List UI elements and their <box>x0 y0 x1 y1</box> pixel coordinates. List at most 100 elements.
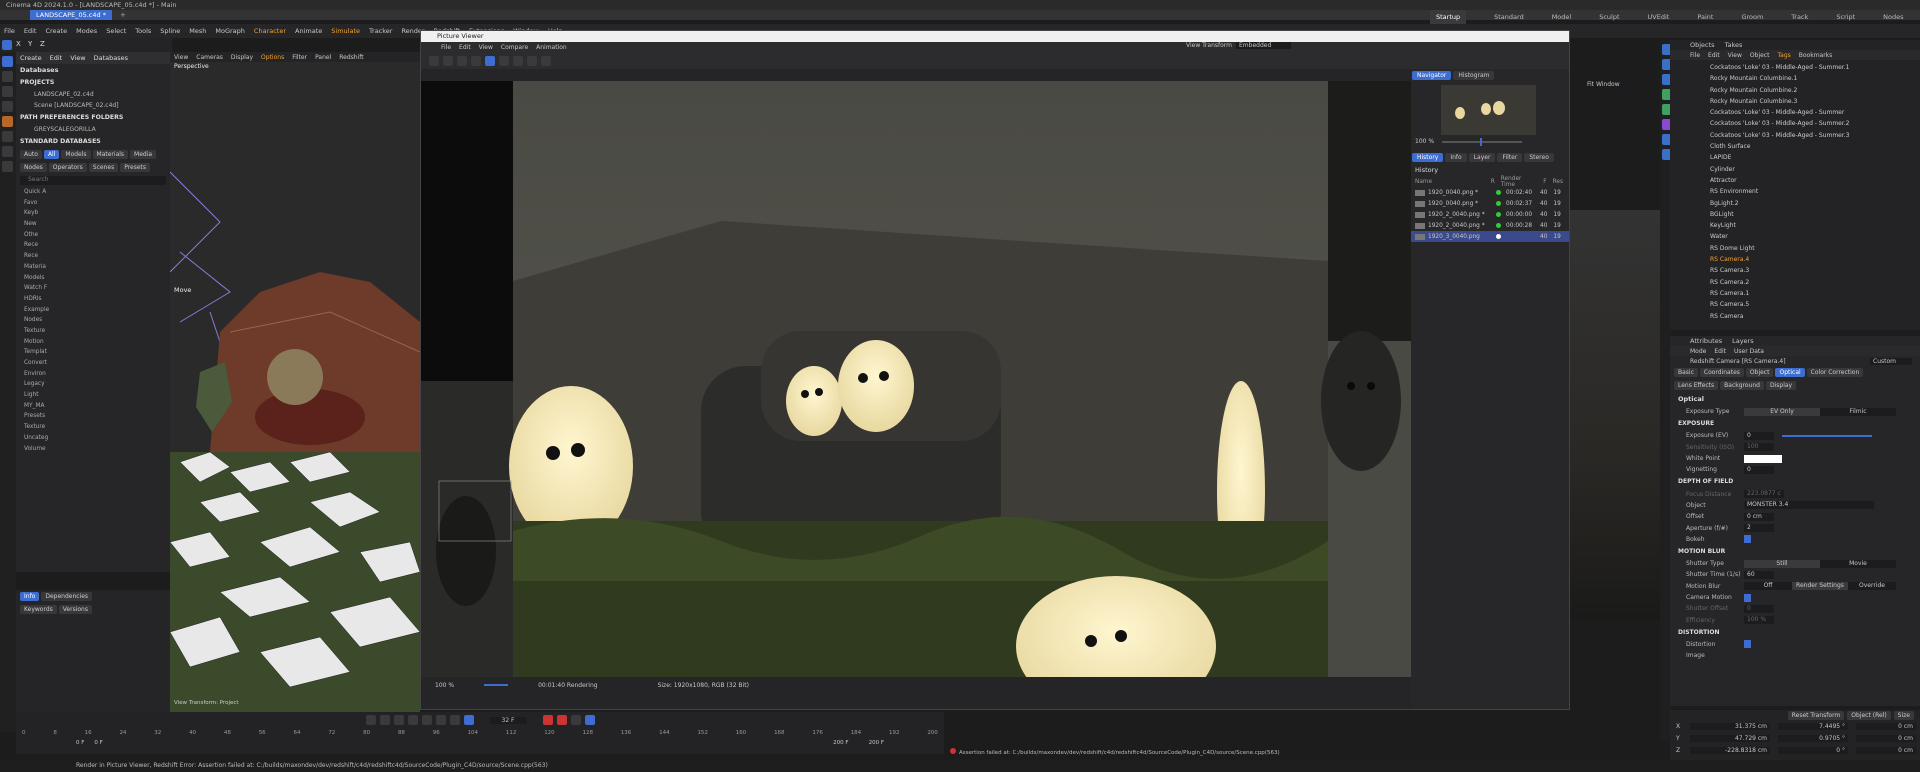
object-row[interactable]: Cockatoos 'Loke' 03 - Middle-Aged - Summ… <box>1670 118 1920 129</box>
chip-auto[interactable]: Auto <box>20 150 42 159</box>
visibility-icon[interactable] <box>1846 132 1876 139</box>
attr-tab-attributes[interactable]: Attributes <box>1690 337 1722 345</box>
nav-zoom-slider[interactable] <box>1442 137 1523 146</box>
object-row[interactable]: RS Camera.4 <box>1670 254 1920 265</box>
nav-tab-navigator[interactable]: Navigator <box>1412 71 1452 80</box>
still-option[interactable]: Still <box>1744 559 1820 568</box>
save-icon[interactable] <box>443 56 453 66</box>
objects-menu-file[interactable]: File <box>1690 52 1700 59</box>
object-row[interactable]: Water <box>1670 231 1920 242</box>
visibility-icon[interactable] <box>1846 143 1876 150</box>
pv-menu-view[interactable]: View <box>479 42 493 53</box>
menu-item-tools[interactable]: Tools <box>135 24 151 38</box>
layout-tab-nodes[interactable]: Nodes <box>1883 10 1903 24</box>
info-tab-dependencies[interactable]: Dependencies <box>41 592 93 601</box>
history-row[interactable]: 1920_0040.png * 00:02:37 40 19 <box>1411 198 1569 209</box>
bw-icon[interactable] <box>541 56 551 66</box>
visibility-icon[interactable] <box>1846 211 1876 218</box>
region-icon[interactable] <box>471 56 481 66</box>
layout-tab-uvedit[interactable]: UVEdit <box>1648 10 1670 24</box>
3d-viewport[interactable]: View Cameras Display Options Filter Panel Reds… <box>170 52 420 712</box>
tree-item[interactable]: Motion <box>24 337 170 348</box>
history-row[interactable]: 1920_2_0040.png * 00:00:00 40 19 <box>1411 209 1569 220</box>
tree-item[interactable]: Keyb <box>24 208 170 219</box>
menu-item-file[interactable]: File <box>4 24 15 38</box>
stop-render-icon[interactable] <box>457 56 467 66</box>
knife-tool-icon[interactable] <box>2 131 13 142</box>
coord-pos[interactable]: -228.8318 cm <box>1690 746 1770 754</box>
object-row[interactable]: RS Camera.2 <box>1670 277 1920 288</box>
contrast-icon[interactable] <box>499 56 509 66</box>
layout-tab-groom[interactable]: Groom <box>1741 10 1763 24</box>
interactive-region-icon[interactable] <box>485 56 495 66</box>
hist-tab-history[interactable]: History <box>1412 153 1444 162</box>
tree-item[interactable]: Volume <box>24 444 170 455</box>
tree-item[interactable]: Watch F <box>24 283 170 294</box>
hist-tab-info[interactable]: Info <box>1445 153 1467 162</box>
start-frame[interactable]: 0 F <box>76 740 84 746</box>
object-row[interactable]: RS Camera <box>1670 311 1920 322</box>
object-row[interactable]: RS Environment <box>1670 186 1920 197</box>
info-subtab-keywords[interactable]: Keywords <box>20 605 57 614</box>
visibility-icon[interactable] <box>1846 177 1876 184</box>
db-search-input[interactable]: Search <box>20 176 166 185</box>
chip-materials[interactable]: Materials <box>92 150 129 159</box>
menu-item-modes[interactable]: Modes <box>76 24 97 38</box>
chip-presets[interactable]: Presets <box>120 163 151 172</box>
magnet-tool-icon[interactable] <box>2 161 13 172</box>
attr-page-optical[interactable]: Optical <box>1775 368 1805 377</box>
tree-item[interactable]: Rece <box>24 251 170 262</box>
attr-menu-mode[interactable]: Mode <box>1690 348 1706 355</box>
visibility-icon[interactable] <box>1846 109 1876 116</box>
offset-field[interactable]: 0 cm <box>1744 512 1774 521</box>
attr-tab-layers[interactable]: Layers <box>1732 337 1754 345</box>
next-frame-icon[interactable] <box>421 715 432 725</box>
layout-tab-sculpt[interactable]: Sculpt <box>1599 10 1619 24</box>
viewport-menu-filter[interactable]: Filter <box>292 54 307 61</box>
std-db-section[interactable]: STANDARD DATABASES <box>16 135 170 148</box>
object-row[interactable]: Cockatoos 'Loke' 03 - Middle-Aged - Summ… <box>1670 130 1920 141</box>
autokey-icon[interactable] <box>556 715 567 725</box>
dof-object-link[interactable]: MONSTER 3.4 <box>1744 501 1874 510</box>
visibility-icon[interactable] <box>1846 233 1876 240</box>
tree-item[interactable]: Presets <box>24 411 170 422</box>
history-row[interactable]: 1920_0040.png * 00:02:40 40 19 <box>1411 187 1569 198</box>
y-axis-icon[interactable]: Y <box>28 40 36 50</box>
tree-item[interactable]: Nodes <box>24 315 170 326</box>
objects-menu-bookmarks[interactable]: Bookmarks <box>1799 52 1833 59</box>
mb-render-settings[interactable]: Render Settings <box>1792 582 1848 591</box>
camera-motion-checkbox[interactable] <box>1744 593 1751 602</box>
tree-item[interactable]: Rece <box>24 240 170 251</box>
record-icon[interactable] <box>542 715 553 725</box>
viewport-menu-options[interactable]: Options <box>261 54 284 61</box>
menu-item-animate[interactable]: Animate <box>295 24 322 38</box>
viewport-menu-cameras[interactable]: Cameras <box>196 54 223 61</box>
distortion-checkbox[interactable] <box>1744 640 1751 649</box>
menu-item-mograph[interactable]: MoGraph <box>215 24 245 38</box>
layout-tab-paint[interactable]: Paint <box>1697 10 1713 24</box>
mb-off[interactable]: Off <box>1744 582 1792 591</box>
pv-menu-animation[interactable]: Animation <box>536 42 567 53</box>
visibility-icon[interactable] <box>1846 188 1876 195</box>
hist-tab-layer[interactable]: Layer <box>1468 153 1496 162</box>
objects-menu-view[interactable]: View <box>1728 52 1742 59</box>
tree-item[interactable]: HDRIs <box>24 294 170 305</box>
new-tab-icon[interactable]: + <box>120 11 126 19</box>
visibility-icon[interactable] <box>1846 154 1876 161</box>
visibility-icon[interactable] <box>1846 75 1876 82</box>
attr-preset[interactable]: Custom <box>1870 357 1912 365</box>
object-row[interactable]: RS Camera.3 <box>1670 265 1920 276</box>
aperture-field[interactable]: 2 <box>1744 524 1774 533</box>
hist-tab-stereo[interactable]: Stereo <box>1524 153 1554 162</box>
chip-all[interactable]: All <box>43 150 60 159</box>
attr-page-basic[interactable]: Basic <box>1674 368 1698 377</box>
coord-rot[interactable]: 0.9705 ° <box>1778 734 1848 742</box>
visibility-icon[interactable] <box>1846 166 1876 173</box>
tree-item[interactable]: MY_MA <box>24 401 170 412</box>
scale-tool-icon[interactable] <box>2 71 13 82</box>
coord-btn[interactable]: Object (Rel) <box>1847 710 1891 720</box>
object-row[interactable]: Cylinder <box>1670 164 1920 175</box>
tree-item[interactable]: Legacy <box>24 379 170 390</box>
visibility-icon[interactable] <box>1846 290 1876 297</box>
attr-page-coordinates[interactable]: Coordinates <box>1699 368 1744 377</box>
